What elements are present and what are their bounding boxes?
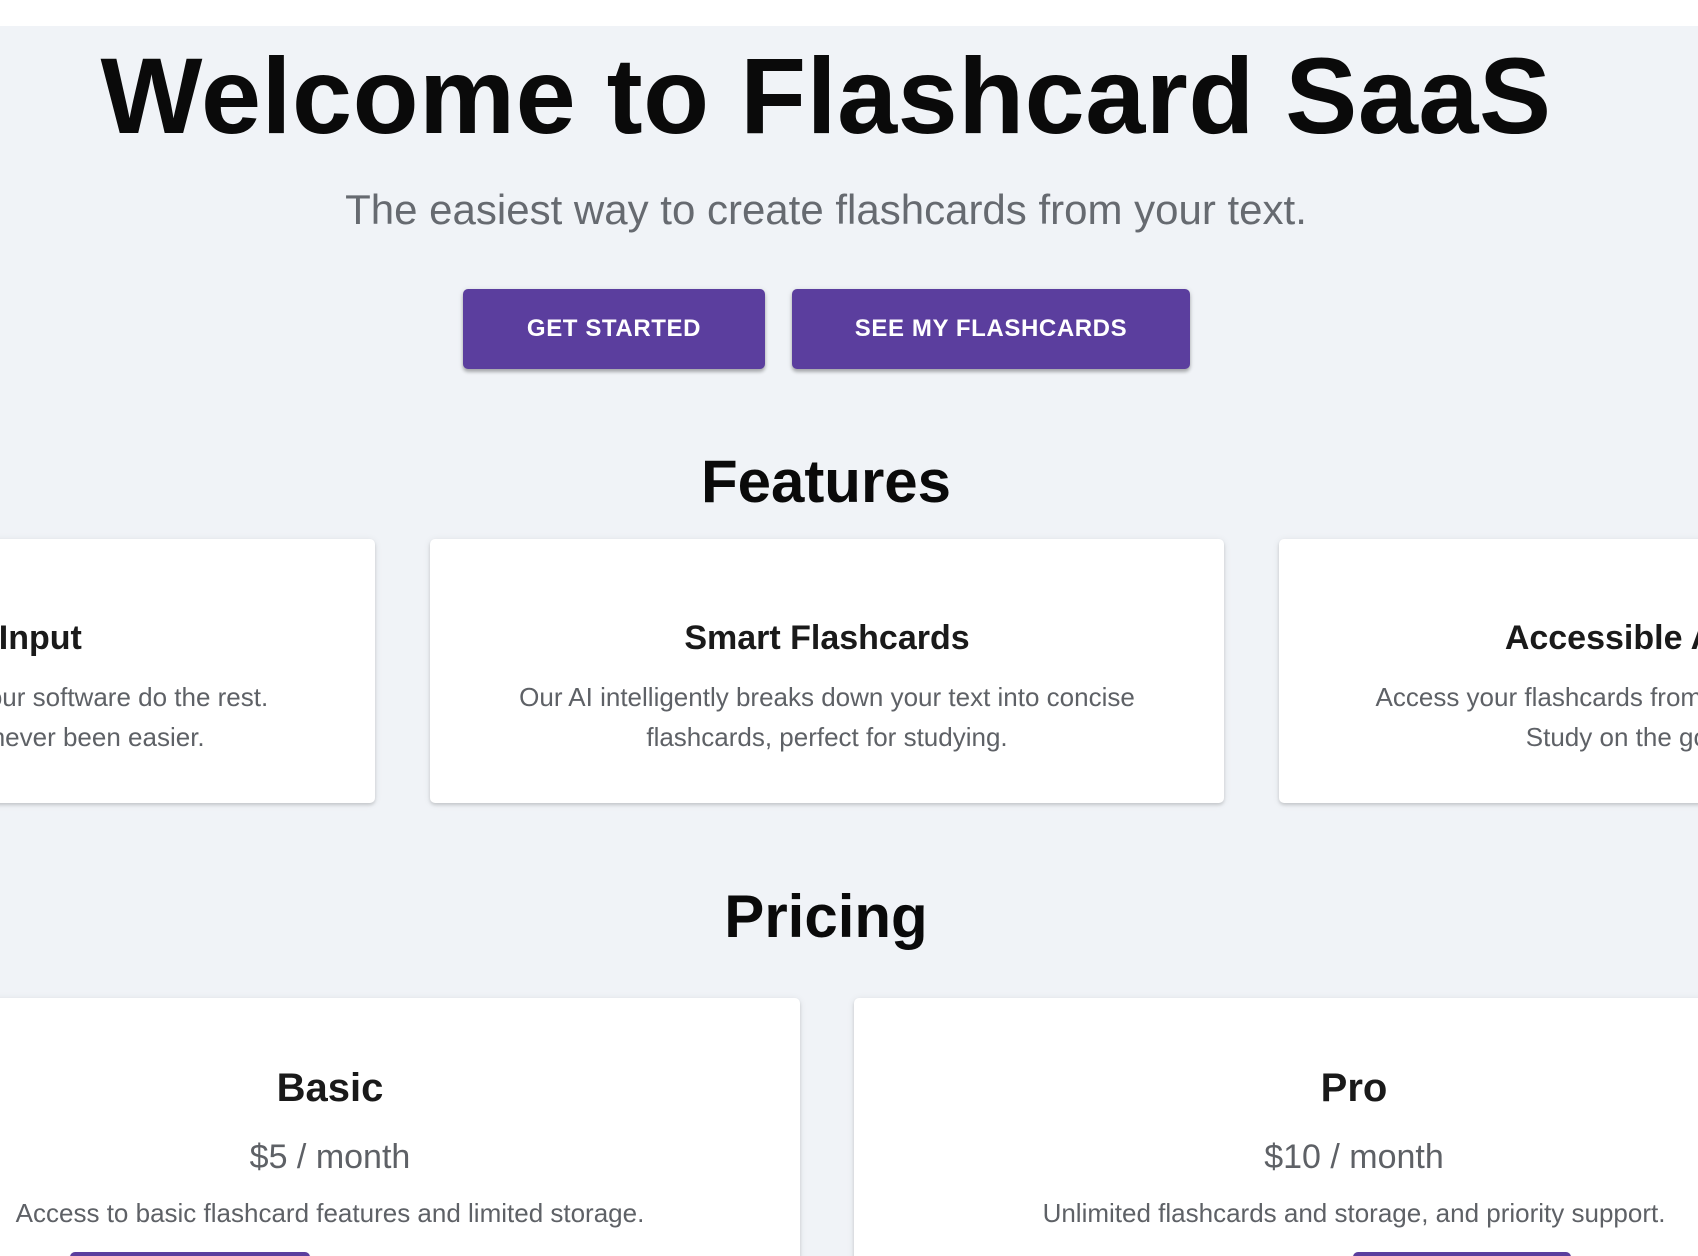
pricing-card-pro: Pro $10 / month Unlimited flashcards and… [854,998,1698,1256]
feature-description-line: Our AI intelligently breaks down your te… [519,682,1135,712]
feature-description-line: Access your flashcards from any device, … [1375,682,1698,712]
feature-card-description: Simply input your text and let our softw… [0,677,375,757]
feature-card-title: Easy Text Input [0,619,82,657]
choose-pro-button[interactable] [1353,1252,1571,1256]
feature-description-line: Study on the go with ease. [1525,722,1698,752]
plan-price: $10 / month [1264,1138,1444,1176]
feature-card-title: Smart Flashcards [684,619,970,657]
see-my-flashcards-button[interactable]: SEE MY FLASHCARDS [792,289,1190,369]
feature-card-description: Access your flashcards from any device, … [1279,677,1698,757]
feature-card-accessible-anywhere: Accessible Anywhere Access your flashcar… [1279,539,1698,803]
feature-card-text-input: Easy Text Input Simply input your text a… [0,539,375,803]
feature-card-smart-flashcards: Smart Flashcards Our AI intelligently br… [430,539,1224,803]
plan-name: Basic [276,1066,384,1110]
plan-price: $5 / month [249,1138,411,1176]
plan-description: Access to basic flashcard features and l… [15,1198,645,1228]
features-heading: Features [700,448,952,515]
pricing-heading: Pricing [724,883,928,950]
plan-name: Pro [1320,1066,1388,1110]
get-started-button[interactable]: GET STARTED [463,289,765,369]
feature-description-line: flashcards, perfect for studying. [646,722,1008,752]
hero-subtitle: The easiest way to create flashcards fro… [345,186,1307,233]
hero-title: Welcome to Flashcard SaaS [100,35,1552,156]
choose-basic-button[interactable] [70,1252,310,1256]
pricing-card-basic: Basic $5 / month Access to basic flashca… [0,998,800,1256]
feature-card-description: Our AI intelligently breaks down your te… [430,677,1224,757]
plan-description: Unlimited flashcards and storage, and pr… [1042,1198,1666,1228]
feature-card-title: Accessible Anywhere [1504,619,1698,657]
landing-page: Welcome to Flashcard SaaS The easiest wa… [0,26,1698,1256]
feature-description-line: Creating flashcards has never been easie… [0,722,205,752]
feature-description-line: Simply input your text and let our softw… [0,682,269,712]
